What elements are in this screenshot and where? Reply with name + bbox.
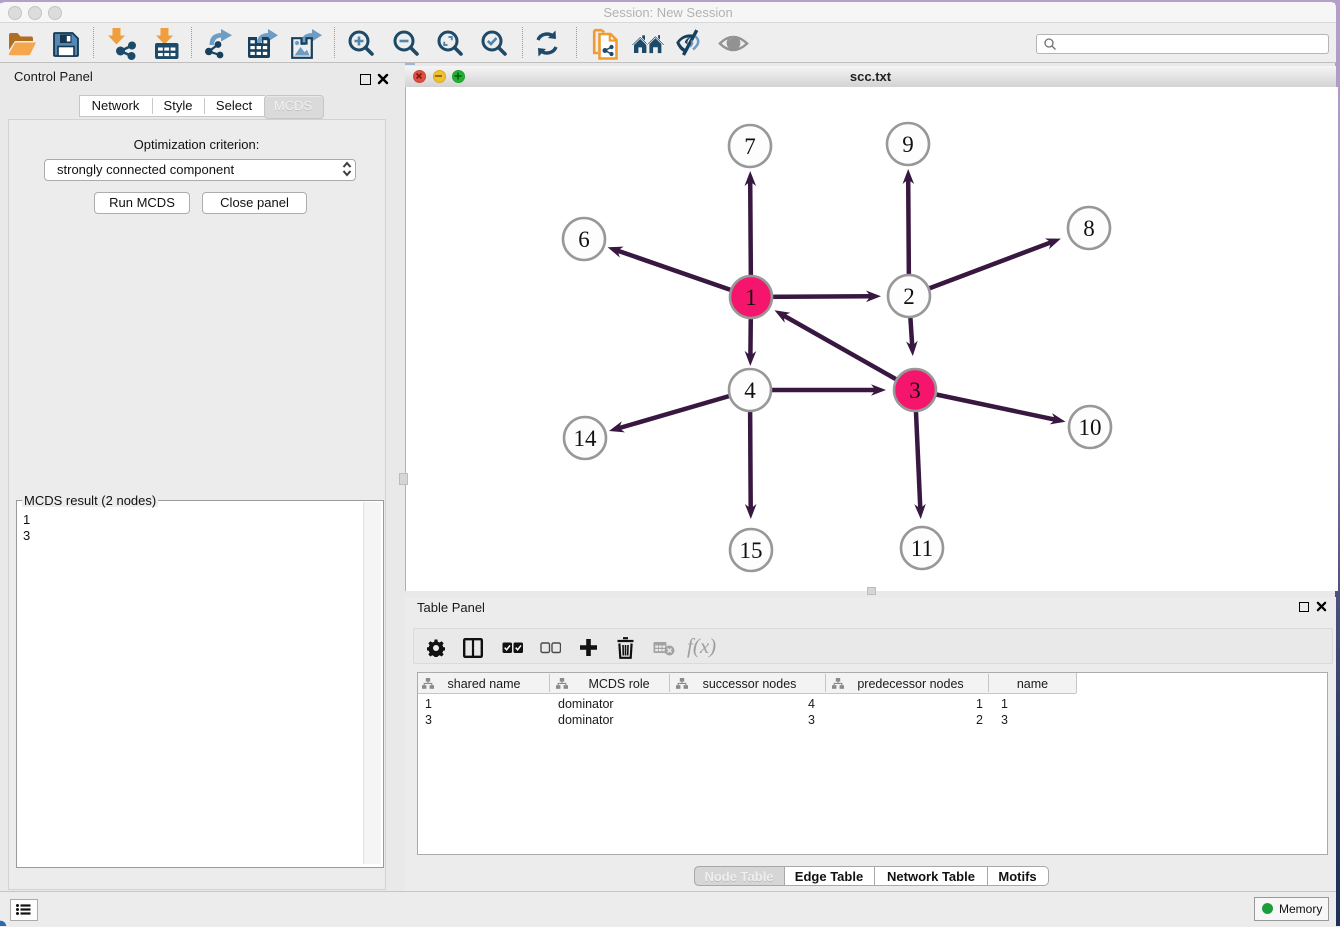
svg-text:7: 7 [744,134,756,159]
svg-text:11: 11 [911,536,933,561]
svg-text:3: 3 [909,378,921,403]
svg-text:9: 9 [902,132,914,157]
svg-text:15: 15 [740,538,763,563]
svg-text:4: 4 [744,378,756,403]
svg-text:6: 6 [578,227,590,252]
svg-text:1: 1 [745,285,757,310]
svg-text:14: 14 [574,426,598,451]
svg-text:8: 8 [1083,216,1095,241]
svg-text:2: 2 [903,284,915,309]
svg-text:10: 10 [1079,415,1102,440]
